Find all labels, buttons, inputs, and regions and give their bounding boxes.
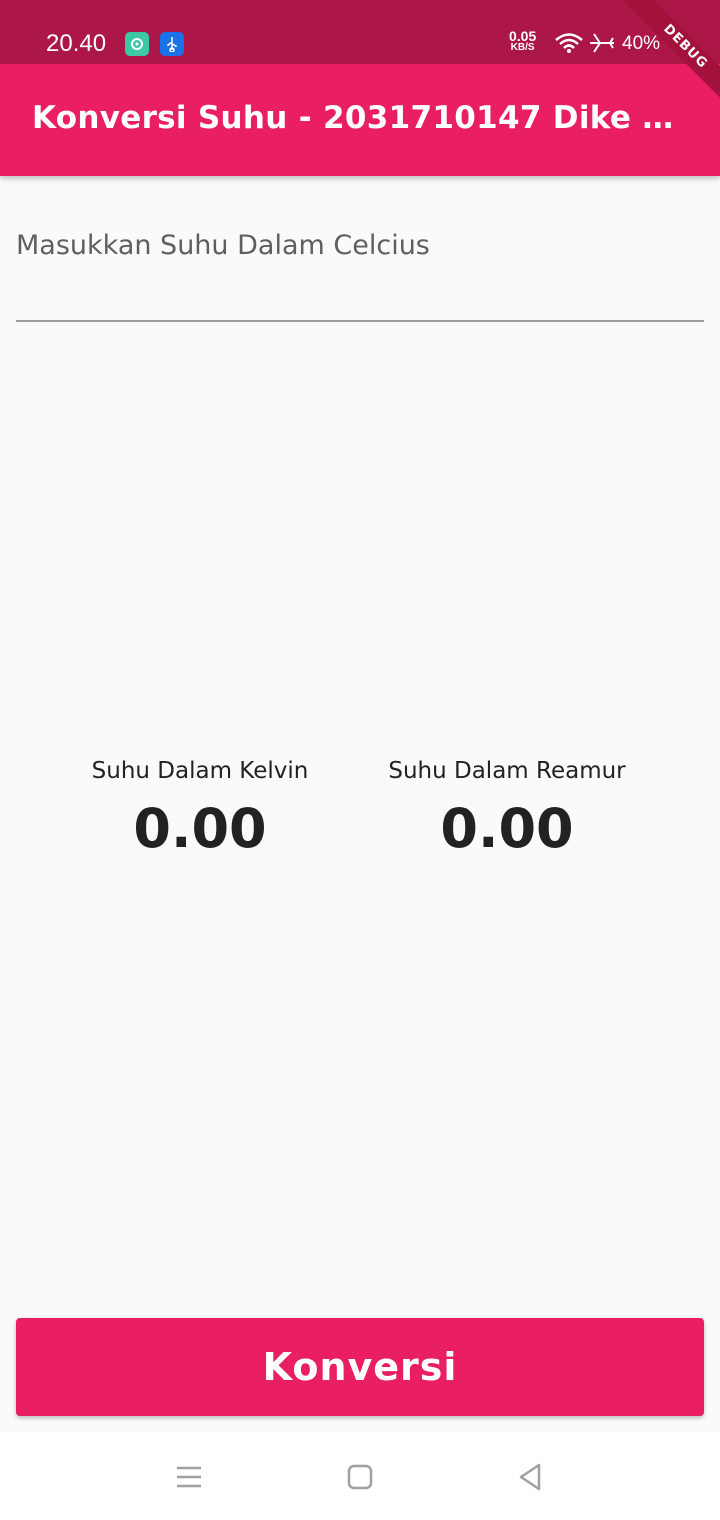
celsius-input[interactable] [16,222,704,320]
airplane-mode-icon [590,33,614,53]
reamur-result: Suhu Dalam Reamur 0.00 [357,758,657,856]
reamur-label: Suhu Dalam Reamur [388,758,626,784]
navigation-bar [0,1432,720,1520]
back-icon[interactable] [515,1462,545,1492]
app-title: Konversi Suhu - 2031710147 Dike Ay... [32,100,692,136]
wifi-icon [555,33,583,53]
net-speed-value: 0.05 [509,28,537,44]
net-speed-unit: KB/S [510,42,535,53]
usb-icon [160,32,184,56]
app-notification-icon [125,32,149,56]
status-time: 20.40 [46,30,107,57]
net-speed: 0.05 KB/S [509,28,537,54]
app-bar: Konversi Suhu - 2031710147 Dike Ay... [0,64,720,176]
kelvin-label: Suhu Dalam Kelvin [91,758,309,784]
kelvin-value: 0.00 [133,797,267,860]
reamur-value: 0.00 [440,797,574,860]
celsius-input-field[interactable] [16,222,704,322]
menu-icon[interactable] [174,1462,204,1492]
battery-level: 40% [622,33,661,54]
kelvin-result: Suhu Dalam Kelvin 0.00 [50,758,350,856]
home-icon[interactable] [345,1462,375,1492]
status-bar: 20.40 0.05 KB/S 40% [0,0,720,64]
convert-button[interactable]: Konversi [16,1318,704,1416]
